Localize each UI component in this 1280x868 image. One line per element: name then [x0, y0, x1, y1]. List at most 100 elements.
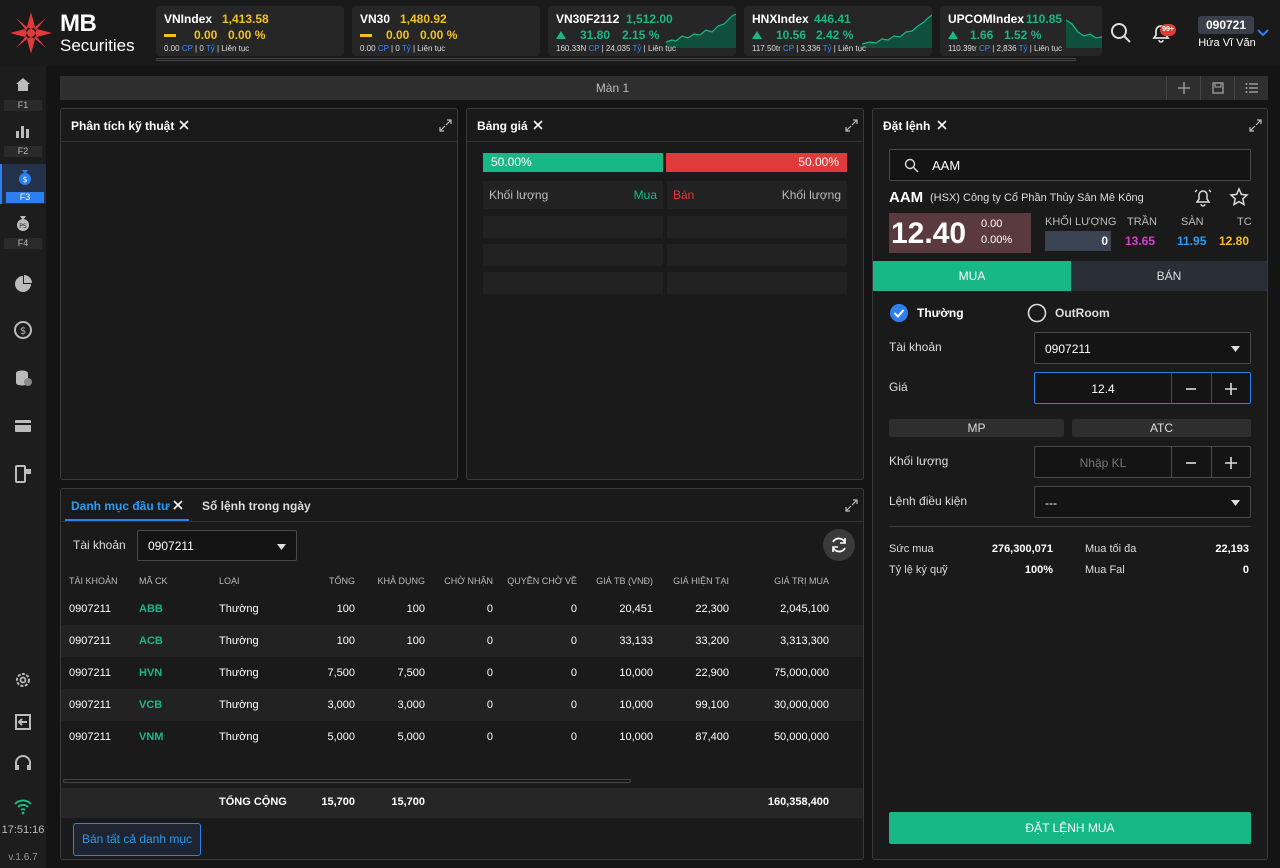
close-icon[interactable]: [177, 118, 191, 132]
radio-unchecked-icon[interactable]: [1027, 303, 1047, 323]
quantity-decrease-button[interactable]: [1171, 447, 1211, 477]
chevron-down-icon[interactable]: [1256, 28, 1270, 38]
coins-stack-icon[interactable]: [13, 368, 33, 388]
cell-rights-pending: 0: [570, 635, 577, 647]
price-decrease-button[interactable]: [1171, 373, 1211, 403]
column-header: QUYỀN CHỜ VỀ: [507, 576, 577, 586]
table-row[interactable]: 0907211 VCB Thường 3,000 3,000 0 0 10,000 99,100…: [61, 689, 863, 721]
cell-symbol[interactable]: VCB: [139, 699, 162, 711]
favorite-star-icon[interactable]: [1229, 187, 1249, 207]
cell-symbol[interactable]: ACB: [139, 635, 163, 647]
save-layout-button[interactable]: [1200, 76, 1234, 100]
company-name: (HSX) Công ty Cổ Phần Thủy Sản Mê Kông: [930, 192, 1144, 204]
derivatives-bag-icon: PS: [17, 216, 29, 231]
order-type-normal-label[interactable]: Thường: [917, 306, 964, 320]
ticker-vn30f2112[interactable]: VN30F2112 1,512.00 31.80 2.15 % 160.33N …: [548, 6, 736, 56]
close-icon[interactable]: [171, 498, 185, 512]
conditional-order-value: ---: [1045, 496, 1057, 510]
headset-support-icon[interactable]: [13, 754, 33, 774]
price-increase-button[interactable]: [1211, 373, 1251, 403]
svg-text:$: $: [20, 326, 26, 337]
expand-icon[interactable]: [845, 119, 858, 132]
layout-list-button[interactable]: [1234, 76, 1268, 100]
tab-daily-orders[interactable]: Sổ lệnh trong ngày: [202, 499, 311, 513]
minus-icon: [1186, 462, 1196, 464]
ticker-vnindex[interactable]: VNIndex 1,413.58 0.00 0.00 % 0.00 CP | 0…: [156, 6, 344, 56]
order-entry-panel: Đặt lệnh AAM AAM (HSX) Công ty Cổ Phần T…: [872, 108, 1268, 860]
wallet-icon[interactable]: [13, 416, 33, 436]
plus-icon: [1178, 82, 1190, 94]
horizontal-scrollbar[interactable]: [63, 779, 631, 783]
close-icon[interactable]: [935, 118, 949, 132]
coin-transfer-icon[interactable]: $: [13, 320, 33, 340]
sidebar-item-chart[interactable]: F2: [0, 118, 46, 158]
account-id-badge[interactable]: 090721: [1198, 16, 1254, 34]
floor-price: 11.95: [1177, 234, 1207, 248]
logout-icon[interactable]: [13, 712, 33, 732]
table-row[interactable]: 0907211 VNM Thường 5,000 5,000 0 0 10,000 87,400…: [61, 721, 863, 753]
cell-rights-pending: 0: [570, 603, 577, 615]
table-row[interactable]: 0907211 ABB Thường 100 100 0 0 20,451 22,300 2,04…: [61, 593, 863, 625]
column-header: MÃ CK: [139, 576, 168, 586]
column-header: KHẢ DỤNG: [377, 576, 425, 586]
atc-price-chip[interactable]: ATC: [1072, 419, 1251, 437]
ticker-footer: 160.33N CP | 24,035 Tỷ | Liên tục: [556, 44, 676, 53]
sell-all-portfolio-button[interactable]: Bán tất cả danh mục: [73, 823, 201, 856]
cell-symbol[interactable]: VNM: [139, 731, 163, 743]
cell-account: 0907211: [69, 667, 112, 679]
sidebar-item-home[interactable]: F1: [0, 72, 46, 112]
column-buy: Mua: [633, 188, 657, 202]
expand-icon[interactable]: [845, 499, 858, 512]
place-buy-order-button[interactable]: ĐẶT LỆNH MUA: [889, 812, 1251, 844]
sell-ratio-bar: 50.00%: [666, 153, 847, 172]
total-available: 15,700: [391, 796, 425, 808]
expand-icon[interactable]: [1249, 119, 1262, 132]
cell-available: 100: [406, 603, 425, 615]
radio-checked-icon[interactable]: [889, 303, 909, 323]
close-icon[interactable]: [531, 118, 545, 132]
symbol-search-input[interactable]: AAM: [889, 149, 1251, 181]
add-screen-button[interactable]: [1166, 76, 1200, 100]
column-header: LOẠI: [219, 576, 240, 586]
settings-gear-icon[interactable]: [13, 670, 33, 690]
refresh-button[interactable]: [823, 529, 855, 561]
user-name[interactable]: Hứa Vĩ Văn: [1196, 37, 1258, 49]
ticker-hnxindex[interactable]: HNXIndex 446.41 10.56 2.42 % 117.50tr CP…: [744, 6, 932, 56]
ticker-vn30[interactable]: VN30 1,480.92 0.00 0.00 % 0.00 CP | 0 Tỷ…: [352, 6, 540, 56]
order-type-outroom-label[interactable]: OutRoom: [1055, 306, 1110, 320]
price-alert-bell-icon[interactable]: [1193, 187, 1213, 207]
shortcut-key: F2: [4, 146, 42, 157]
market-price-chip[interactable]: MP: [889, 419, 1064, 437]
cell-symbol[interactable]: ABB: [139, 603, 163, 615]
orderbook-bid-row: [483, 272, 663, 294]
tab-sell[interactable]: BÁN: [1071, 261, 1267, 291]
ticker-scrollbar[interactable]: [156, 58, 1076, 61]
account-select[interactable]: 0907211: [1034, 332, 1251, 364]
sidebar-item-trading[interactable]: $ F3: [0, 164, 46, 204]
price-input[interactable]: 12.4: [1034, 372, 1251, 404]
tab-buy[interactable]: MUA: [873, 261, 1071, 291]
cell-total: 3,000: [327, 699, 355, 711]
ticker-upcomindex[interactable]: UPCOMIndex 110.85 1.66 1.52 % 110.39tr C…: [940, 6, 1102, 56]
quantity-increase-button[interactable]: [1211, 447, 1251, 477]
cell-buy-value: 2,045,100: [780, 603, 829, 615]
money-bag-icon: $: [19, 170, 31, 185]
expand-icon[interactable]: [439, 119, 452, 132]
divider: [467, 141, 863, 142]
search-icon[interactable]: [1110, 22, 1132, 44]
cell-symbol[interactable]: HVN: [139, 667, 162, 679]
divider: [889, 526, 1251, 527]
table-row[interactable]: 0907211 HVN Thường 7,500 7,500 0 0 10,000 22,900…: [61, 657, 863, 689]
sidebar-item-derivatives[interactable]: PS F4: [0, 210, 46, 250]
quantity-input[interactable]: Nhập KL: [1034, 446, 1251, 478]
tab-portfolio[interactable]: Danh mục đầu tư: [71, 499, 170, 513]
screen-title[interactable]: Màn 1: [60, 81, 1165, 95]
screen-tab-bar: Màn 1: [60, 76, 1268, 100]
conditional-order-select[interactable]: ---: [1034, 486, 1251, 518]
portfolio-account-select[interactable]: 0907211: [137, 530, 297, 561]
table-row[interactable]: 0907211 ACB Thường 100 100 0 0 33,133 33,200 3,31…: [61, 625, 863, 657]
pie-chart-icon[interactable]: [13, 274, 33, 294]
mobile-transfer-icon[interactable]: [13, 464, 33, 484]
top-bar: MB Securities VNIndex 1,413.58 0.00 0.00…: [0, 0, 1280, 66]
price-input-value: 12.4: [1091, 382, 1115, 396]
